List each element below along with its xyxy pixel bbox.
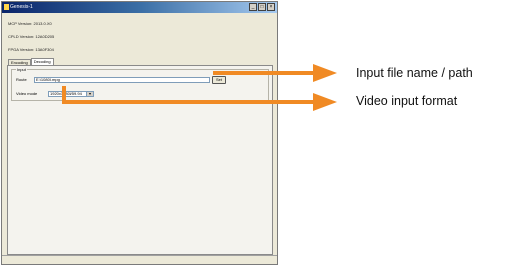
callout-video-format: Video input format <box>356 94 458 108</box>
video-mode-arrowhead-icon <box>313 93 337 111</box>
callout-arrows <box>62 64 337 111</box>
callout-input-file: Input file name / path <box>356 66 473 80</box>
file-path-arrowhead-icon <box>313 64 337 82</box>
